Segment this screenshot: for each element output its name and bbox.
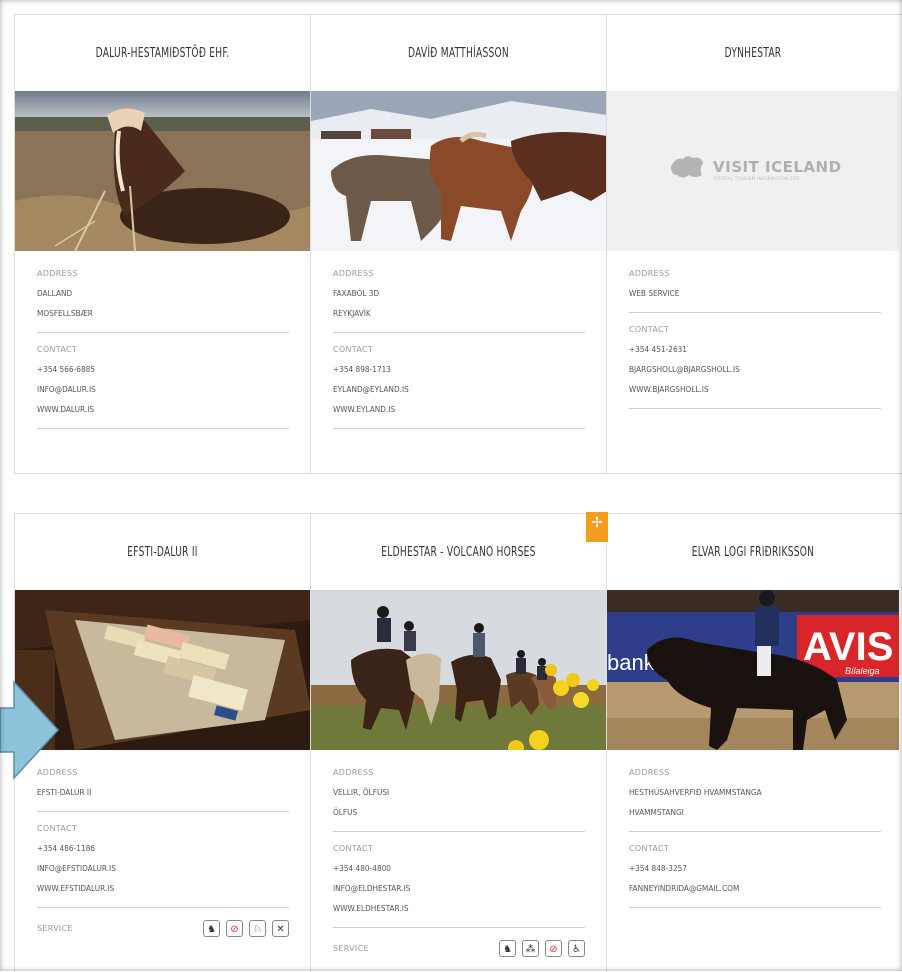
- address-line: ÖLFUS: [333, 808, 358, 817]
- website-link[interactable]: WWW.EYLAND.IS: [333, 400, 564, 420]
- address-line: WEB SERVICE: [629, 289, 680, 298]
- divider: [629, 831, 881, 832]
- email-link[interactable]: BJARGSHOLL@BJARGSHOLL.IS: [629, 360, 857, 380]
- phone-number[interactable]: +354 848-3257: [629, 859, 857, 879]
- no-smoking-icon[interactable]: ⊘: [226, 920, 243, 937]
- address-line: MOSFELLSBÆR: [37, 309, 93, 318]
- divider: [37, 811, 289, 812]
- contact-label: CONTACT: [333, 345, 374, 354]
- card-title[interactable]: DYNHESTAR: [639, 15, 867, 91]
- service-row: SERVICE ♞ ⊘ ♘ ✕: [37, 920, 289, 937]
- address-line: HVAMMSTANGI: [629, 808, 684, 817]
- card-photo[interactable]: [15, 91, 310, 251]
- email-link[interactable]: FANNEYINDRIDA@GMAIL.COM: [629, 879, 857, 899]
- service-icons: ♞ ⁂ ⊘ ♿: [499, 940, 585, 957]
- quality-badge-icon: ✢: [586, 512, 608, 542]
- banner-avis-text: AVIS: [803, 625, 893, 669]
- email-link[interactable]: INFO@ELDHESTAR.IS: [333, 879, 564, 899]
- horse-rental-icon[interactable]: ♘: [249, 920, 266, 937]
- provider-card[interactable]: ELVAR LOGI FRIÐRIKSSON bank AVIS Bílalei…: [607, 514, 899, 972]
- divider: [37, 332, 289, 333]
- service-label: SERVICE: [333, 944, 369, 953]
- address-label: ADDRESS: [37, 768, 78, 777]
- contact-label: CONTACT: [333, 844, 374, 853]
- divider: [37, 428, 289, 429]
- visit-iceland-logo-text: VISIT ICELAND: [713, 157, 842, 176]
- card-title[interactable]: DAVÍÐ MATTHÍASSON: [343, 15, 573, 91]
- phone-number[interactable]: +354 451-2631: [629, 340, 857, 360]
- group-icon[interactable]: ⁂: [522, 940, 539, 957]
- divider: [333, 927, 585, 928]
- card-photo[interactable]: bank AVIS Bílaleiga: [607, 590, 899, 750]
- website-link[interactable]: WWW.DALUR.IS: [37, 400, 268, 420]
- website-link[interactable]: WWW.ELDHESTAR.IS: [333, 899, 564, 919]
- address-label: ADDRESS: [629, 768, 670, 777]
- phone-number[interactable]: +354 566-6885: [37, 360, 268, 380]
- address-line: EFSTI-DALUR II: [37, 788, 92, 797]
- visit-iceland-logo-icon: [669, 153, 705, 185]
- card-photo[interactable]: [311, 590, 606, 750]
- website-link[interactable]: WWW.EFSTIDALUR.IS: [37, 879, 268, 899]
- contact-label: CONTACT: [629, 325, 670, 334]
- wheelchair-icon[interactable]: ♿: [568, 940, 585, 957]
- service-label: SERVICE: [37, 924, 73, 933]
- divider: [629, 907, 881, 908]
- address-line: FAXABÓL 3D: [333, 289, 380, 298]
- provider-card[interactable]: DYNHESTAR VISIT ICELAND OFFICIAL TOURISM…: [607, 15, 899, 473]
- address-line: REYKJAVÍK: [333, 309, 371, 318]
- phone-number[interactable]: +354 480-4800: [333, 859, 564, 879]
- visit-iceland-logo-subtext: OFFICIAL TOURISM INFORMATION SITE: [713, 175, 800, 181]
- contact-label: CONTACT: [37, 345, 78, 354]
- pointer-arrow-icon: [0, 680, 60, 780]
- no-smoking-icon[interactable]: ⊘: [545, 940, 562, 957]
- card-title[interactable]: EFSTI-DALUR II: [47, 514, 277, 590]
- restaurant-icon[interactable]: ✕: [272, 920, 289, 937]
- address-label: ADDRESS: [629, 269, 670, 278]
- website-link[interactable]: WWW.BJARGSHOLL.IS: [629, 380, 857, 400]
- divider: [333, 831, 585, 832]
- address-line: HESTHÚSAHVERFIÐ HVAMMSTANGA: [629, 788, 762, 797]
- card-title[interactable]: ELVAR LOGI FRIÐRIKSSON: [639, 514, 867, 590]
- email-link[interactable]: INFO@EFSTIDALUR.IS: [37, 859, 268, 879]
- contact-label: CONTACT: [629, 844, 670, 853]
- provider-row-2: EFSTI-DALUR II ADDRESS EFSTI-DALUR II CO…: [14, 512, 902, 972]
- divider: [629, 312, 881, 313]
- contact-label: CONTACT: [37, 824, 78, 833]
- divider: [37, 907, 289, 908]
- horse-riding-icon[interactable]: ♞: [203, 920, 220, 937]
- card-photo[interactable]: [311, 91, 606, 251]
- phone-number[interactable]: +354 898-1713: [333, 360, 564, 380]
- provider-card[interactable]: DAVÍÐ MATTHÍASSON ADDRESS FAXABÓL 3D REY…: [311, 15, 607, 473]
- banner-bilaleiga-text: Bílaleiga: [845, 666, 880, 676]
- provider-card[interactable]: DALUR-HESTAMIÐSTÖÐ EHF. ADDRESS DALLAND …: [15, 15, 311, 473]
- horse-riding-icon[interactable]: ♞: [499, 940, 516, 957]
- address-label: ADDRESS: [333, 768, 374, 777]
- card-title[interactable]: ELDHESTAR - VOLCANO HORSES: [343, 514, 573, 590]
- email-link[interactable]: INFO@DALUR.IS: [37, 380, 268, 400]
- address-label: ADDRESS: [37, 269, 78, 278]
- divider: [333, 332, 585, 333]
- email-link[interactable]: EYLAND@EYLAND.IS: [333, 380, 564, 400]
- card-photo-placeholder[interactable]: VISIT ICELAND OFFICIAL TOURISM INFORMATI…: [607, 91, 899, 251]
- provider-row-1: DALUR-HESTAMIÐSTÖÐ EHF. ADDRESS DALLAND …: [14, 14, 902, 474]
- provider-card[interactable]: ✢ ELDHESTAR - VOLCANO HORSES ADDRESS VEL…: [311, 512, 608, 972]
- address-line: DALLAND: [37, 289, 73, 298]
- card-title[interactable]: DALUR-HESTAMIÐSTÖÐ EHF.: [47, 15, 277, 91]
- service-icons: ♞ ⊘ ♘ ✕: [203, 920, 289, 937]
- divider: [333, 428, 585, 429]
- service-row: SERVICE ♞ ⁂ ⊘ ♿: [333, 940, 585, 957]
- phone-number[interactable]: +354 486-1186: [37, 839, 268, 859]
- address-label: ADDRESS: [333, 269, 374, 278]
- address-line: VELLIR, ÖLFUSI: [333, 788, 390, 797]
- divider: [629, 408, 881, 409]
